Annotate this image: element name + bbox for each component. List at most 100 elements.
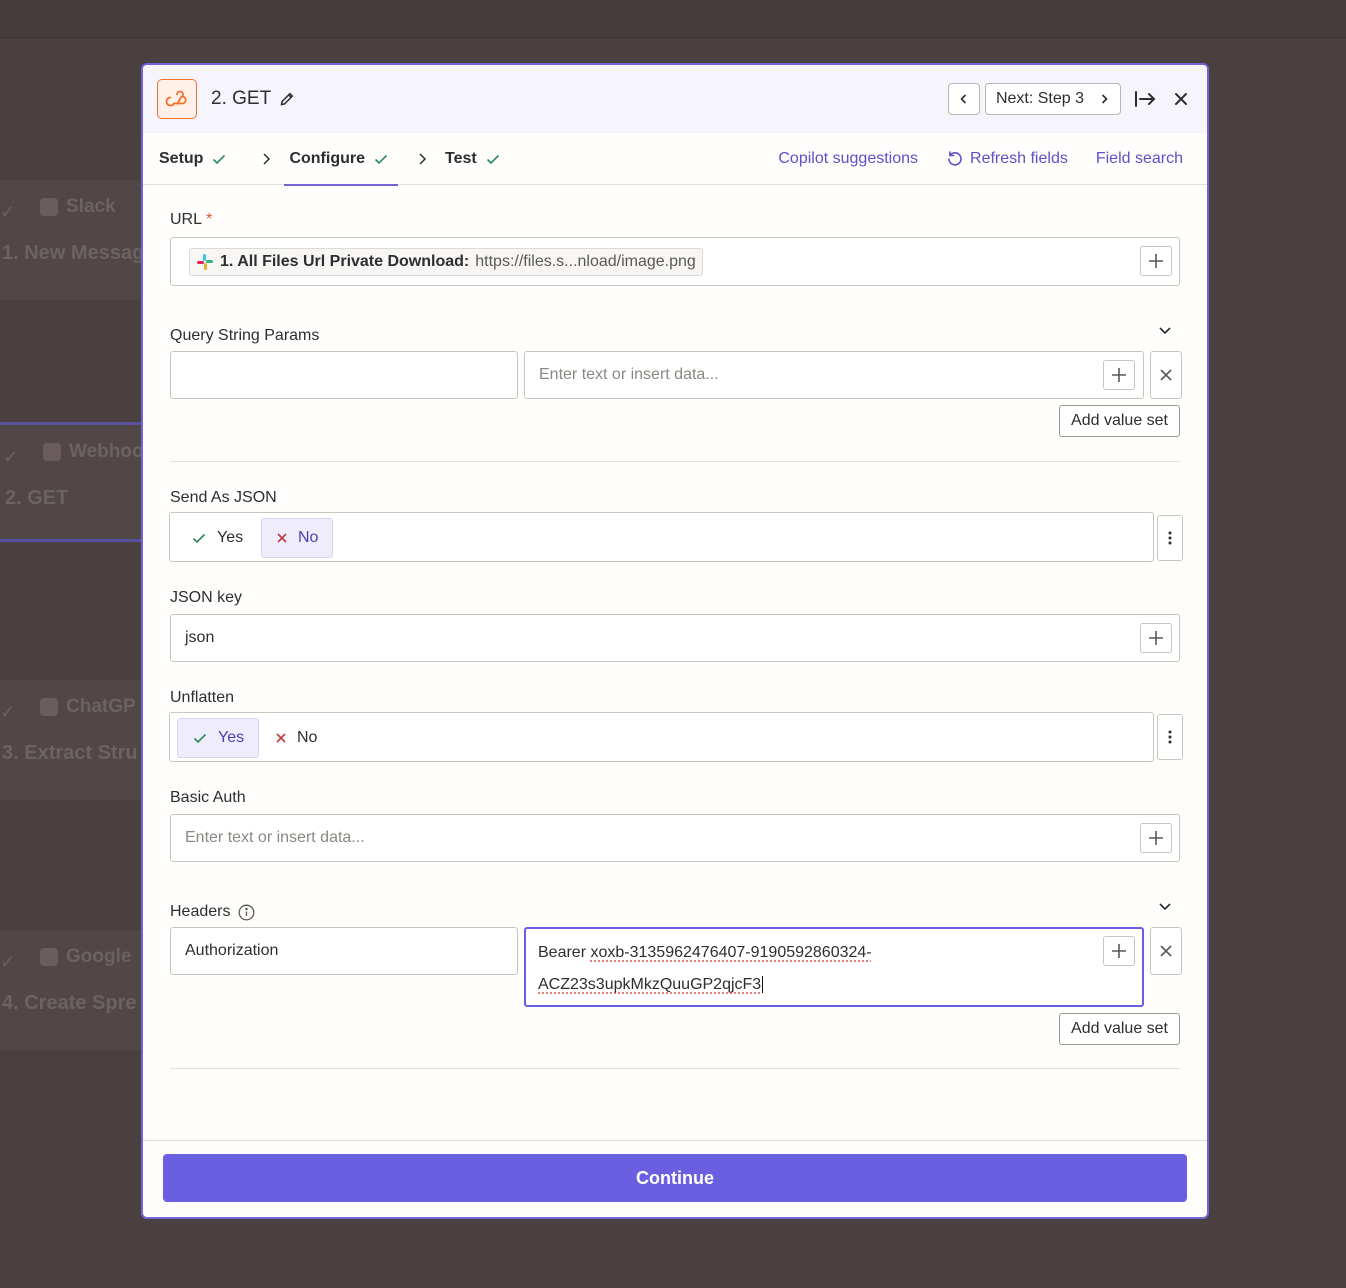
header-key-input[interactable]: Authorization [170,927,518,975]
basic-auth-input[interactable]: Enter text or insert data... [170,814,1180,862]
field-search-link[interactable]: Field search [1096,150,1183,168]
webhook-icon [43,443,61,461]
x-icon [276,733,286,743]
canvas-step-app-label: Slack [66,196,116,217]
refresh-fields-link[interactable]: Refresh fields [946,150,1068,168]
insert-data-button[interactable] [1140,823,1172,853]
send-json-no-label: No [298,529,319,546]
tab-configure[interactable]: Configure [284,133,398,186]
canvas-step-title: 2. GET [5,487,69,509]
plus-icon [1112,944,1126,958]
send-json-no-option[interactable]: No [261,518,334,558]
footer-divider [143,1140,1207,1141]
canvas-step-app-label: Google [66,946,132,967]
canvas-step-card-2[interactable]: ✓ Webhoo 2. GET [0,422,160,542]
webhook-icon [157,79,197,119]
basic-auth-label: Basic Auth [170,789,246,806]
refresh-fields-label: Refresh fields [970,150,1068,167]
url-chip-value: https://files.s...nload/image.png [475,253,696,270]
header-value-line2: ACZ23s3upkMkzQuuGP2qjcF3 [538,976,762,993]
insert-data-button[interactable] [1103,360,1135,390]
query-key-input[interactable] [170,351,518,399]
insert-data-button[interactable] [1103,936,1135,966]
add-value-set-button[interactable]: Add value set [1059,1013,1180,1045]
add-value-set-button[interactable]: Add value set [1059,405,1180,437]
form-body: URL * 1. All Files Url Private Download: … [143,185,1207,1217]
more-options-button[interactable] [1157,714,1183,760]
query-params-label: Query String Params [170,327,320,344]
check-icon [486,154,499,164]
check-icon [213,154,226,164]
next-step-button[interactable]: Next: Step 3 [984,83,1121,115]
remove-row-button[interactable] [1150,351,1182,399]
send-json-yes-option[interactable]: Yes [177,518,257,558]
url-data-chip[interactable]: 1. All Files Url Private Download: https… [189,248,703,276]
canvas-step-card-4[interactable]: ✓ Google 4. Create Spre [0,930,160,1050]
headers-label: Headers [170,903,255,921]
check-icon: ✓ [0,702,16,722]
chevron-right-icon [417,152,427,166]
expand-panel-icon[interactable] [1133,89,1157,109]
unflatten-label: Unflatten [170,689,235,706]
unflatten-yes-option[interactable]: Yes [177,718,260,758]
chevron-down-icon[interactable] [1158,899,1172,913]
copilot-suggestions-link[interactable]: Copilot suggestions [778,150,918,168]
canvas-topbar [0,0,1346,38]
close-icon [1160,369,1172,381]
canvas-step-title: 3. Extract Stru [2,742,138,764]
required-mark: * [206,211,213,228]
previous-step-button[interactable] [947,83,980,115]
unflatten-yes-label: Yes [218,729,245,746]
basic-auth-placeholder: Enter text or insert data... [185,829,365,846]
chevron-down-icon[interactable] [1158,323,1172,337]
check-icon: ✓ [0,202,16,222]
canvas-step-app: Google [40,946,131,968]
plus-icon [1149,254,1163,268]
canvas-step-card-3[interactable]: ✓ ChatGP 3. Extract Stru [0,680,160,800]
modal-header: 2. GET Next: Step 3 [143,65,1207,133]
close-icon [1160,945,1172,957]
canvas-step-app: ChatGP [40,696,136,718]
check-icon [374,154,388,164]
x-icon [277,533,287,543]
step-title[interactable]: 2. GET [211,88,271,110]
slack-icon [197,254,213,270]
more-options-button[interactable] [1157,515,1183,561]
header-value-line1: xoxb-3135962476407-9190592860324- [590,944,872,961]
query-value-input[interactable]: Enter text or insert data... [524,351,1144,399]
refresh-icon [948,151,962,166]
send-as-json-label: Send As JSON [170,489,277,506]
divider [170,461,1180,462]
vertical-dots-icon [1168,531,1172,545]
canvas-step-card-1[interactable]: ✓ Slack 1. New Messag [0,180,160,300]
insert-data-button[interactable] [1140,246,1172,276]
url-field[interactable]: 1. All Files Url Private Download: https… [170,237,1180,286]
url-label-text: URL [170,211,203,228]
tab-setup[interactable]: Setup [159,133,227,185]
continue-button[interactable]: Continue [163,1154,1187,1202]
canvas-step-title: 4. Create Spre [2,992,137,1014]
json-key-input[interactable]: json [170,614,1180,662]
google-sheets-icon [40,948,58,966]
canvas-step-app-label: ChatGP [66,696,136,717]
plus-icon [1149,831,1163,845]
check-icon [193,733,207,744]
url-chip-label: 1. All Files Url Private Download: [220,253,470,270]
close-icon[interactable] [1173,91,1189,107]
remove-row-button[interactable] [1150,927,1182,975]
tab-label: Test [445,149,477,167]
check-icon: ✓ [0,952,16,972]
step-tabs: Setup Configure Test Copilot suggestions… [143,133,1207,186]
pencil-icon[interactable] [279,91,295,107]
unflatten-toggle: Yes No [169,712,1154,762]
info-icon[interactable] [238,904,255,921]
header-value-prefix: Bearer [538,944,587,961]
tab-test[interactable]: Test [445,133,501,185]
url-label: URL * [170,211,212,229]
header-key-value: Authorization [185,942,279,959]
unflatten-no-option[interactable]: No [261,718,331,758]
chevron-right-icon [1101,94,1108,104]
send-as-json-toggle: Yes No [169,512,1154,562]
header-value-input[interactable]: Bearer xoxb-3135962476407-9190592860324-… [524,927,1144,1007]
insert-data-button[interactable] [1140,623,1172,653]
